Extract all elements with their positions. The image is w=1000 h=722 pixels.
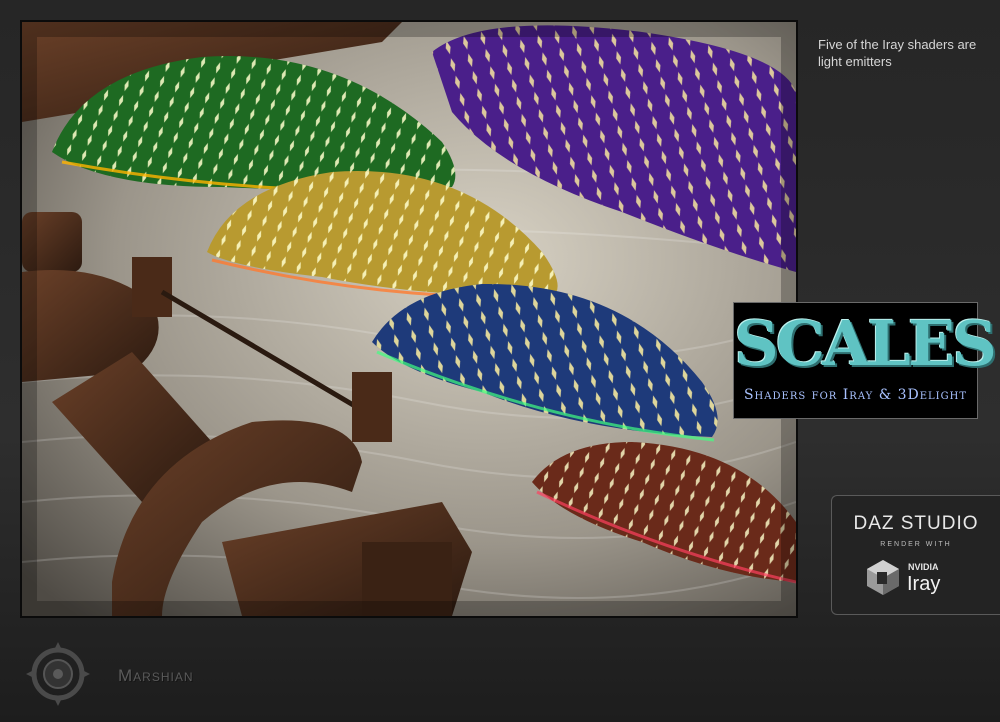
caption-text: Five of the Iray shaders are light emitt… bbox=[818, 37, 977, 69]
nvidia-label: NVIDIA bbox=[908, 562, 939, 572]
logo-subtitle: Shaders for Iray & 3Delight bbox=[743, 387, 968, 403]
product-render-image bbox=[20, 20, 798, 618]
iray-cube-icon bbox=[867, 560, 899, 595]
render-scene bbox=[22, 22, 796, 616]
daz-studio-title: DAZ STUDIO bbox=[853, 513, 979, 534]
daz-iray-badge: DAZ STUDIO RENDER WITH NVIDIA Iray bbox=[831, 495, 1000, 615]
marshian-brand: Marshian bbox=[24, 640, 224, 710]
marshian-emblem-icon bbox=[26, 642, 90, 706]
scales-logo: SCALES Shaders for Iray & 3Delight bbox=[733, 302, 997, 419]
render-with-label: RENDER WITH bbox=[880, 541, 952, 548]
logo-title: SCALES bbox=[734, 307, 997, 380]
iray-label: Iray bbox=[907, 573, 941, 595]
marshian-brand-name: Marshian bbox=[118, 666, 194, 685]
